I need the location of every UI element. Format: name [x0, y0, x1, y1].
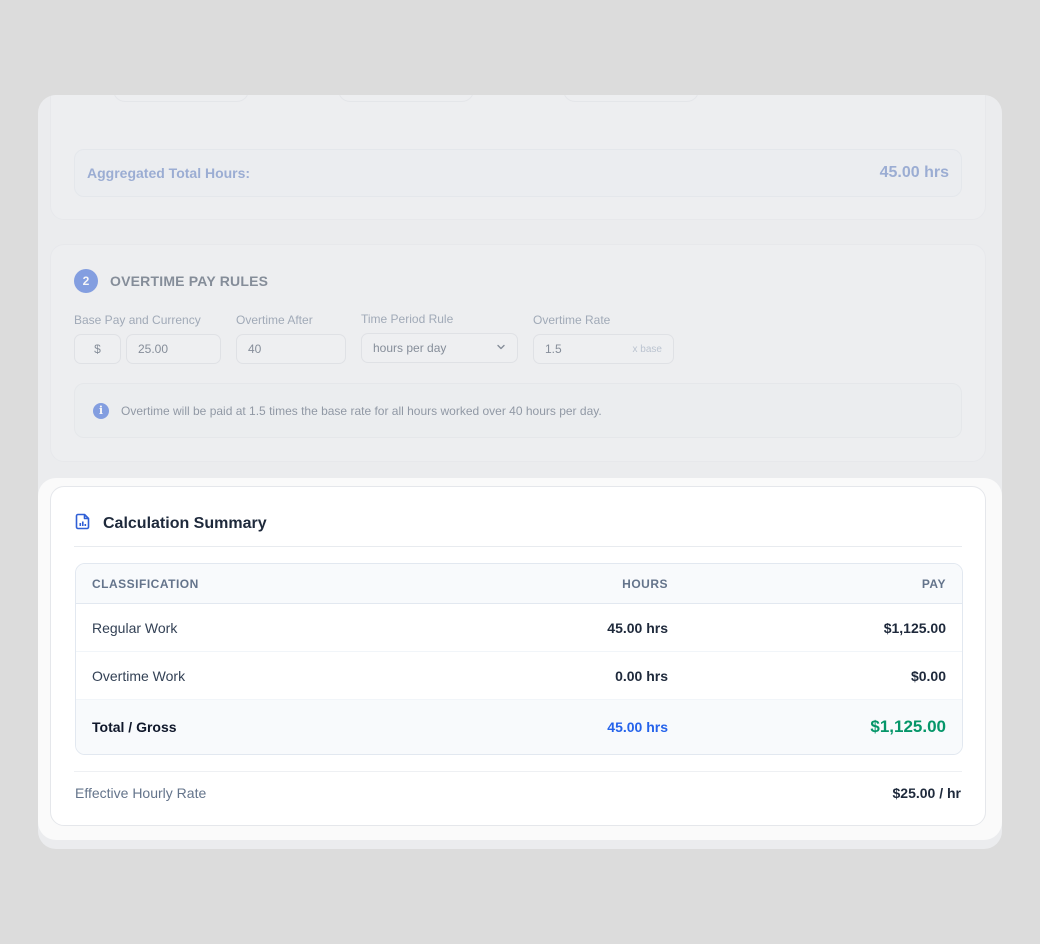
info-text: Overtime will be paid at 1.5 times the b…: [121, 403, 602, 418]
divider: [74, 771, 962, 772]
column-header-classification: CLASSIFICATION: [92, 576, 199, 591]
chevron-down-icon: [496, 341, 506, 355]
effective-rate-row: Effective Hourly Rate $25.00 / hr: [75, 785, 961, 801]
total-classification: Total / Gross: [92, 719, 177, 735]
time-period-value: hours per day: [373, 341, 447, 355]
aggregated-hours-bar: Aggregated Total Hours: 45.00 hrs: [74, 149, 962, 197]
row-pay: $1,125.00: [883, 619, 946, 636]
summary-title: Calculation Summary: [103, 515, 267, 532]
day-box: 8: [113, 95, 249, 102]
overtime-after-label: Overtime After: [236, 313, 313, 327]
overtime-rate-input[interactable]: 1.5 x base: [533, 334, 674, 364]
row-classification: Regular Work: [92, 619, 178, 636]
table-row: Regular Work 45.00 hrs $1,125.00: [76, 604, 962, 652]
row-hours: 0.00 hrs: [615, 667, 668, 684]
calculation-summary-card: Calculation Summary CLASSIFICATION HOURS…: [50, 486, 986, 826]
aggregated-hours-value: 45.00 hrs: [879, 164, 949, 181]
step-badge: 2: [74, 269, 98, 293]
base-pay-label: Base Pay and Currency: [74, 313, 201, 327]
base-pay-input[interactable]: 25.00: [126, 334, 221, 364]
base-pay-value: 25.00: [138, 342, 169, 356]
column-header-pay: PAY: [921, 576, 946, 591]
overtime-rate-value: 1.5: [545, 342, 562, 356]
summary-header: Calculation Summary: [75, 513, 267, 535]
overtime-rate-label: Overtime Rate: [533, 313, 611, 327]
section-title: OVERTIME PAY RULES: [110, 273, 269, 289]
hours-card: 8 2 0 Aggregated Total Hours: 45.00 hrs: [50, 95, 986, 220]
overtime-rules-card: 2 OVERTIME PAY RULES Base Pay and Curren…: [50, 244, 986, 462]
info-icon: i: [93, 402, 109, 419]
overtime-after-input[interactable]: 40: [236, 334, 346, 364]
day-box: 0: [563, 95, 699, 102]
effective-rate-value: $25.00 / hr: [892, 785, 962, 801]
effective-rate-label: Effective Hourly Rate: [75, 785, 207, 801]
document-chart-icon: [75, 513, 91, 535]
table-header: CLASSIFICATION HOURS PAY: [76, 564, 962, 604]
row-pay: $0.00: [910, 667, 946, 684]
time-period-select[interactable]: hours per day: [361, 333, 518, 363]
table-row: Overtime Work 0.00 hrs $0.00: [76, 652, 962, 700]
currency-select[interactable]: $: [74, 334, 121, 364]
total-pay: $1,125.00: [870, 717, 946, 736]
row-classification: Overtime Work: [92, 667, 186, 684]
calculator-app: 8 2 0 Aggregated Total Hours: 45.00 hrs …: [38, 95, 1002, 849]
day-box: 2: [338, 95, 474, 102]
overtime-after-value: 40: [248, 342, 262, 356]
currency-value: $: [94, 342, 101, 356]
aggregated-hours-label: Aggregated Total Hours:: [87, 165, 251, 181]
total-row: Total / Gross 45.00 hrs $1,125.00: [76, 700, 962, 754]
section-header: 2 OVERTIME PAY RULES: [74, 269, 268, 293]
summary-table: CLASSIFICATION HOURS PAY Regular Work 45…: [75, 563, 963, 755]
total-hours: 45.00 hrs: [607, 719, 668, 735]
overtime-rate-suffix: x base: [632, 343, 662, 355]
summary-wrapper: Calculation Summary CLASSIFICATION HOURS…: [38, 478, 1002, 840]
divider: [74, 546, 962, 547]
column-header-hours: HOURS: [622, 576, 668, 591]
info-note: i Overtime will be paid at 1.5 times the…: [74, 383, 962, 438]
row-hours: 45.00 hrs: [607, 619, 668, 636]
time-period-label: Time Period Rule: [361, 312, 454, 326]
